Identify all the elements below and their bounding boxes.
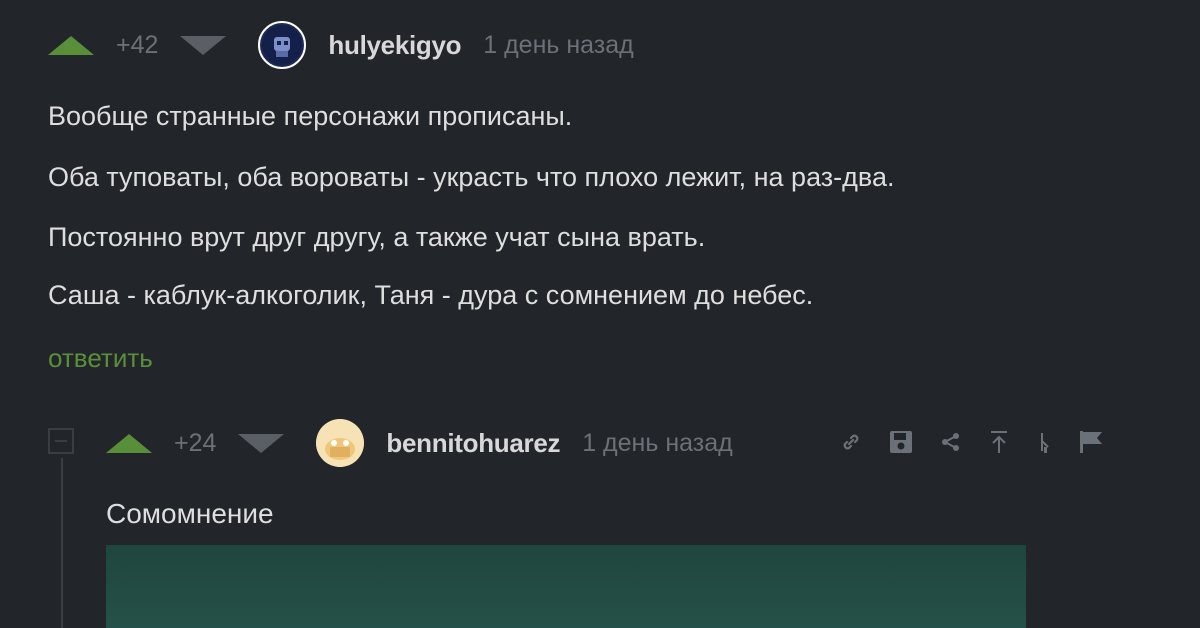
thread-line[interactable] [61, 458, 63, 628]
to-top-icon[interactable] [988, 429, 1010, 455]
avatar[interactable] [316, 419, 365, 467]
reply-link[interactable]: ответить [48, 343, 153, 374]
upvote-button[interactable] [48, 35, 94, 55]
timestamp[interactable]: 1 день назад [582, 429, 733, 458]
username[interactable]: hulyekigyo [328, 30, 461, 61]
avatar-image [262, 25, 303, 65]
comment-text-line: Постоянно врут друг другу, а также учат … [48, 222, 706, 252]
avatar[interactable] [258, 21, 307, 69]
comment-text-line: Вообще странные персонажи прописаны. [48, 101, 573, 131]
comment-header: +24 bennitohuarez 1 день назад [106, 418, 733, 468]
downvote-button[interactable] [180, 35, 227, 55]
timestamp[interactable]: 1 день назад [483, 31, 634, 60]
upvote-button[interactable] [106, 433, 152, 453]
comment-text-line: Саша - каблук-алкоголик, Таня - дура с с… [48, 280, 814, 310]
downvote-button[interactable] [238, 433, 285, 453]
collapse-thread-button[interactable] [48, 428, 74, 454]
username[interactable]: bennitohuarez [386, 428, 560, 459]
link-icon[interactable] [840, 431, 862, 453]
save-icon[interactable] [888, 429, 914, 455]
comment-toolbar [840, 429, 1130, 455]
comment-image[interactable] [106, 545, 1026, 628]
hand-icon[interactable] [1036, 429, 1052, 455]
comment-header: +42 hulyekigyo 1 день назад [48, 21, 634, 69]
comment-title: Сомомнение [106, 498, 274, 529]
comment-score: +42 [116, 30, 159, 59]
comment-score: +24 [174, 428, 217, 457]
comment-text-line: Оба туповаты, оба вороваты - украсть что… [48, 162, 895, 192]
flag-icon[interactable] [1078, 429, 1104, 455]
avatar-image [316, 419, 365, 467]
share-icon[interactable] [940, 431, 962, 453]
